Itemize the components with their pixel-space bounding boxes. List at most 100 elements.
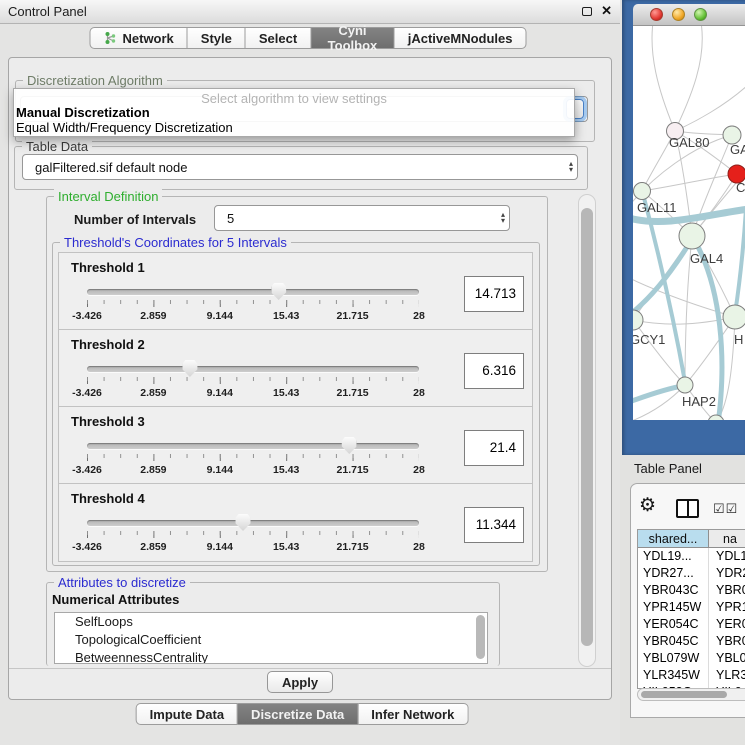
cell-shared-name: YBL079W — [638, 650, 709, 667]
mode-tab-label: Infer Network — [371, 707, 454, 722]
apply-button[interactable]: Apply — [267, 671, 333, 693]
panel-scrollbar-thumb[interactable] — [581, 208, 593, 646]
mode-tab-button[interactable]: Discretize Data — [238, 703, 358, 725]
network-node-label: GAL4 — [690, 251, 723, 266]
table-row[interactable]: YDR27... YDR2 — [638, 565, 745, 582]
threshold-value-box[interactable]: 14.713 — [464, 276, 524, 312]
tick-label: 21.715 — [337, 387, 369, 399]
attribute-item[interactable]: BetweennessCentrality — [55, 649, 487, 664]
table-body: YDL19... YDL1 YDR27... YDR2 YBR043C YBR0 — [638, 548, 745, 688]
threshold-value-box[interactable]: 21.4 — [464, 430, 524, 466]
tick-label: 15.43 — [273, 387, 299, 399]
network-node[interactable] — [677, 377, 693, 393]
slider-track[interactable] — [87, 366, 419, 372]
mode-tab-button[interactable]: Impute Data — [136, 703, 238, 725]
table-row[interactable]: YBR043C YBR0 — [638, 582, 745, 599]
tab-button[interactable]: Network — [90, 27, 188, 49]
window-minimize-button[interactable] — [672, 8, 685, 21]
table-row[interactable]: YBR045C YBR0 — [638, 633, 745, 650]
algorithm-option[interactable]: Manual Discretization — [14, 105, 574, 120]
slider-tick-labels: -3.4262.8599.14415.4321.71528 — [87, 310, 419, 322]
tick-label: 28 — [413, 464, 425, 476]
float-window-icon[interactable] — [582, 7, 592, 16]
num-intervals-label: Number of Intervals — [74, 212, 196, 227]
network-node[interactable] — [723, 305, 745, 329]
tab-button[interactable]: Style — [188, 27, 246, 49]
tab-label: Network — [123, 31, 174, 46]
cell-name: YDR2 — [709, 565, 745, 582]
threshold-slider[interactable]: -3.4262.8599.14415.4321.71528 — [87, 287, 419, 327]
window-zoom-button[interactable] — [694, 8, 707, 21]
network-canvas[interactable]: GAL80GACGAL11GAL4GCY1HHAP2 — [633, 26, 745, 420]
tick-label: 2.859 — [140, 310, 166, 322]
attribute-item[interactable]: SelfLoops — [55, 613, 487, 631]
control-panel-titlebar: Control Panel ✕ — [0, 0, 620, 24]
slider-thumb[interactable] — [342, 437, 357, 454]
threshold-slider[interactable]: -3.4262.8599.14415.4321.71528 — [87, 441, 419, 481]
threshold-value-box[interactable]: 11.344 — [464, 507, 524, 543]
tick-label: 9.144 — [207, 310, 233, 322]
window-close-button[interactable] — [650, 8, 663, 21]
num-intervals-combo[interactable]: 5 — [214, 205, 510, 231]
tick-label: 9.144 — [207, 541, 233, 553]
threshold-list: Threshold 1 -3.4262.8599.14415.4321.7152… — [58, 252, 533, 562]
algorithm-option[interactable]: Equal Width/Frequency Discretization — [14, 120, 574, 135]
slider-thumb[interactable] — [271, 283, 286, 300]
algorithm-placeholder: Select algorithm to view settings — [14, 89, 574, 105]
column-header-shared[interactable]: shared... — [638, 530, 709, 548]
slider-thumb[interactable] — [236, 514, 251, 531]
panel-scrollbar[interactable] — [578, 194, 596, 667]
slider-track[interactable] — [87, 443, 419, 449]
interval-group-label: Interval Definition — [54, 189, 162, 204]
cell-shared-name: YPR145W — [638, 599, 709, 616]
columns-icon[interactable] — [676, 499, 699, 518]
tab-button[interactable]: Select — [246, 27, 311, 49]
table-row[interactable]: YPR145W YPR1 — [638, 599, 745, 616]
network-node-label: HAP2 — [682, 394, 716, 409]
cell-name: YDL1 — [709, 548, 745, 565]
table-row[interactable]: YER054C YER0 — [638, 616, 745, 633]
table-row[interactable]: YDL19... YDL1 — [638, 548, 745, 565]
table-hscrollbar-thumb[interactable] — [641, 691, 727, 698]
table-header: shared... na — [638, 530, 745, 548]
cell-shared-name: YER054C — [638, 616, 709, 633]
numerical-attributes-title: Numerical Attributes — [52, 592, 179, 607]
attributes-scrollbar[interactable] — [476, 615, 485, 659]
cell-shared-name: YLR345W — [638, 667, 709, 684]
cell-name: YER0 — [709, 616, 745, 633]
network-node[interactable] — [679, 223, 705, 249]
tick-label: 21.715 — [337, 310, 369, 322]
table-row[interactable]: YBL079W YBL0 — [638, 650, 745, 667]
tab-label: Select — [259, 31, 297, 46]
mode-tab-button[interactable]: Infer Network — [358, 703, 468, 725]
network-node-label: GAL11 — [637, 200, 677, 215]
table-data-combo[interactable]: galFiltered.sif default node — [22, 154, 578, 180]
combo-updown-icon — [501, 212, 505, 224]
cell-shared-name: YDL19... — [638, 548, 709, 565]
mode-tab-label: Impute Data — [150, 707, 224, 722]
threshold-slider[interactable]: -3.4262.8599.14415.4321.71528 — [87, 364, 419, 404]
tick-label: 9.144 — [207, 464, 233, 476]
slider-thumb[interactable] — [182, 360, 197, 377]
table-row[interactable]: YLR345W YLR3 — [638, 667, 745, 684]
attributes-list: SelfLoops TopologicalCoefficient Between… — [54, 612, 488, 664]
gear-icon[interactable]: ⚙ — [639, 494, 656, 517]
threshold-row: Threshold 1 -3.4262.8599.14415.4321.7152… — [59, 253, 532, 330]
slider-track[interactable] — [87, 520, 419, 526]
slider-track[interactable] — [87, 289, 419, 295]
control-panel-tabs: Network Style — [90, 27, 527, 49]
column-header-name[interactable]: na — [709, 530, 745, 548]
table-hscrollbar[interactable] — [637, 688, 745, 701]
attribute-item[interactable]: TopologicalCoefficient — [55, 631, 487, 649]
tab-button[interactable]: Cyni Toolbox — [311, 27, 395, 49]
network-node[interactable] — [634, 183, 651, 200]
checkboxes-icon[interactable]: ☑☑ — [713, 501, 738, 517]
threshold-slider[interactable]: -3.4262.8599.14415.4321.71528 — [87, 518, 419, 558]
network-node[interactable] — [633, 310, 643, 330]
close-icon[interactable]: ✕ — [601, 3, 612, 19]
algorithm-options: Manual Discretization Equal Width/Freque… — [14, 105, 574, 135]
tab-button[interactable]: jActiveMNodules — [395, 27, 527, 49]
tick-label: 2.859 — [140, 541, 166, 553]
threshold-value-box[interactable]: 6.316 — [464, 353, 524, 389]
network-node[interactable] — [708, 415, 724, 420]
